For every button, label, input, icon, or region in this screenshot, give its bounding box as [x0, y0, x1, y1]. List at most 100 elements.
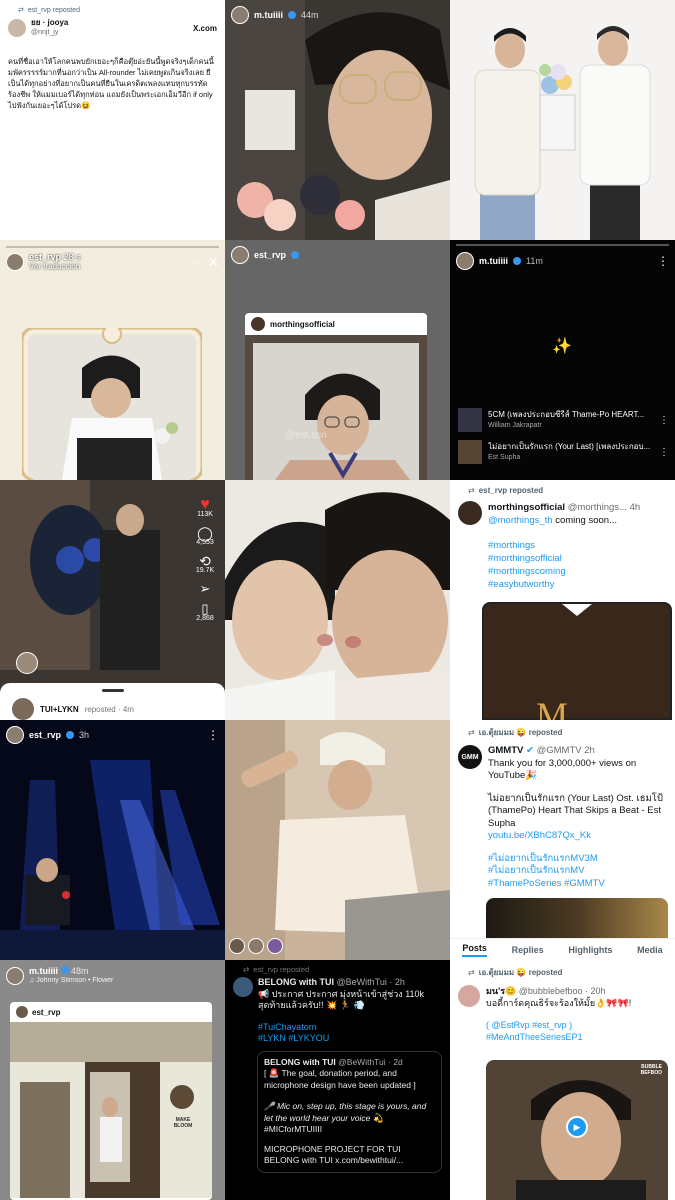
photo [225, 480, 450, 720]
translate-link[interactable]: Ver traducción [29, 262, 81, 272]
two-people-flowers-photo [450, 0, 675, 240]
tweet-bubblebefboo: ⇄ เอ.ตุ้ยมมม 😜 reposted มน'ร😊 @bubblebef… [450, 960, 675, 1200]
username[interactable]: m.tuiiii [479, 256, 508, 266]
mention-link[interactable]: ( @EstRvp #est_rvp ) [486, 1019, 667, 1031]
x-logo-icon: X.com [192, 23, 217, 33]
instagram-selfie: m.tuiiii 44m [225, 0, 450, 240]
avatar[interactable] [458, 985, 480, 1007]
instagram-story: est_rvp 28 s Ver traducción ··· ✕ [0, 240, 225, 480]
tab-highlights[interactable]: Highlights [568, 945, 612, 955]
author-name[interactable]: morthingsofficial [488, 502, 565, 513]
hashtag-link[interactable]: #easybutworthy [488, 578, 667, 591]
username[interactable]: est_rvp [29, 730, 61, 740]
share-icon[interactable]: ⟲ [191, 554, 219, 568]
verified-badge-icon [288, 11, 296, 19]
hashtag-link[interactable]: #ThamePoSeries #GMMTV [488, 878, 667, 891]
tab-replies[interactable]: Replies [512, 945, 544, 955]
hashtag-link[interactable]: #morthings [488, 539, 667, 552]
bottom-sheet[interactable]: TUI+LYKN reposted · 4m [0, 683, 225, 720]
close-icon[interactable]: ✕ [207, 254, 219, 271]
gmmtv-logo-icon[interactable]: GMM [458, 745, 482, 769]
repost-label: เอ.ตุ้ยมมม 😜 reposted [478, 728, 563, 737]
instagram-story-shared-post: est_rvp morthingsofficial @est.ssn [225, 240, 450, 480]
author-name[interactable]: มน'ร😊 [486, 986, 516, 996]
inner-username: est_rvp [32, 1007, 61, 1017]
instagram-concert-post: est_rvp 3h ⋮ [0, 720, 225, 960]
hashtag-link[interactable]: #morthingsofficial [488, 552, 667, 565]
avatar[interactable] [456, 252, 474, 270]
hashtags[interactable]: #TuiChayatorn #LYKN #LYKYOU [258, 1022, 442, 1045]
story-time: 11m [526, 256, 543, 266]
tweet-belong-with-tui: ⇄ est_rvp reposted BELONG with TUI @BeWi… [225, 960, 450, 1200]
song-item[interactable]: ไม่อยากเป็นรักแรก (Your Last) [เพลงประกอ… [458, 440, 669, 464]
send-icon[interactable]: ➢ [191, 582, 219, 595]
author-name[interactable]: GMMTV [488, 745, 523, 756]
verified-badge-icon [513, 257, 521, 265]
hashtag-link[interactable]: #ไม่อยากเป็นรักแรกMV [488, 865, 667, 878]
avatar[interactable] [16, 652, 38, 674]
tab-posts[interactable]: Posts [462, 943, 487, 957]
hashtag-link[interactable]: #ไม่อยากเป็นรักแรกMV3M [488, 853, 667, 866]
author-name[interactable]: ยย · jooya [31, 18, 68, 28]
avatar[interactable] [231, 6, 249, 24]
quoted-tweet[interactable]: BELONG with TUI @BeWithTui · 2d [ 🚨 The … [257, 1050, 442, 1173]
tab-media[interactable]: Media [637, 945, 663, 955]
author-handle: @morthings... [567, 502, 627, 513]
repost-label: est_rvp reposted [27, 6, 81, 14]
username[interactable]: est_rvp [29, 252, 61, 262]
more-options-icon[interactable]: ⋮ [657, 255, 669, 267]
avatar[interactable] [6, 726, 24, 744]
username[interactable]: m.tuiiii [254, 10, 283, 20]
verified-badge-icon [291, 251, 300, 259]
avatar[interactable] [248, 938, 264, 954]
repost-label: est_rvp reposted [253, 965, 310, 974]
tweet-text: 📢 ประกาศ ประกาศ มุ่งหน้าเข้าสู่ช่วง 110k… [258, 988, 425, 1011]
avatar[interactable] [6, 253, 24, 271]
avatar[interactable] [8, 19, 26, 37]
play-icon[interactable]: ▶ [566, 1116, 588, 1138]
hashtag-link[interactable]: #morthingscoming [488, 565, 667, 578]
verified-badge-icon [66, 731, 75, 739]
author-name[interactable]: BELONG with TUI [258, 977, 334, 987]
brand-mark: M [536, 695, 569, 720]
more-options-icon[interactable]: ⋮ [659, 447, 669, 458]
avatar[interactable] [458, 501, 482, 525]
quoted-text: 🎤 Mic on, step up, this stage is yours, … [264, 1101, 427, 1123]
bookmark-icon[interactable]: ▯ [191, 602, 219, 615]
concert-photo [0, 720, 225, 960]
avatar[interactable] [231, 246, 249, 264]
save-count: 2,868 [196, 615, 214, 622]
post-time: 3h [79, 730, 90, 740]
more-options-icon[interactable]: ··· [190, 256, 202, 268]
repost-label: est_rvp reposted [478, 486, 544, 495]
selfie-two-people [225, 480, 450, 720]
hashtag-link[interactable]: #MeAndTheeSeriesEP1 [486, 1031, 667, 1043]
channel-badge: BUBBLE BEFBOO [640, 1064, 662, 1076]
quoted-text: MICROPHONE PROJECT FOR TUI [264, 1143, 401, 1154]
video-thumbnail[interactable]: BUBBLE BEFBOO ▶ [486, 1060, 668, 1200]
music-label[interactable]: ♫ Johnny Stimson • Flower [29, 976, 113, 986]
sheet-username[interactable]: TUI+LYKN [40, 705, 79, 714]
avatar[interactable] [233, 977, 253, 997]
instagram-music-story: m.tuiiii 11m ⋮ ✨ 5CM (เพลงประกอบซีรีส์ T… [450, 240, 675, 480]
shared-post-card[interactable]: est_rvp MAKE BLOOM [10, 1002, 212, 1200]
avatar[interactable] [6, 967, 24, 985]
more-options-icon[interactable]: ⋮ [207, 729, 219, 741]
heart-icon[interactable]: ♥ [191, 497, 219, 513]
attached-media[interactable]: M [482, 602, 672, 720]
mention-link[interactable]: @morthings_th [488, 515, 553, 526]
youtube-link[interactable]: youtu.be/XBhC87Qx_Kk [488, 830, 667, 843]
author-handle: @BeWithTui · 2h [336, 977, 405, 987]
song-item[interactable]: 5CM (เพลงประกอบซีรีส์ Thame-Po HEART... … [458, 408, 669, 432]
username[interactable]: m.tuiiii [29, 966, 58, 976]
comment-icon[interactable]: ◯ [191, 526, 219, 540]
song-title: 5CM (เพลงประกอบซีรีส์ Thame-Po HEART... [488, 410, 645, 419]
watermark: @est.ssn [285, 430, 327, 441]
shared-post-card[interactable]: morthingsofficial [245, 313, 427, 480]
avatar[interactable] [267, 938, 283, 954]
author-handle: @nnjt_jy [31, 29, 59, 36]
username[interactable]: est_rvp [254, 250, 286, 260]
more-options-icon[interactable]: ⋮ [659, 415, 669, 426]
quoted-handle: @BeWithTui · 2d [338, 1056, 403, 1067]
avatar[interactable] [229, 938, 245, 954]
